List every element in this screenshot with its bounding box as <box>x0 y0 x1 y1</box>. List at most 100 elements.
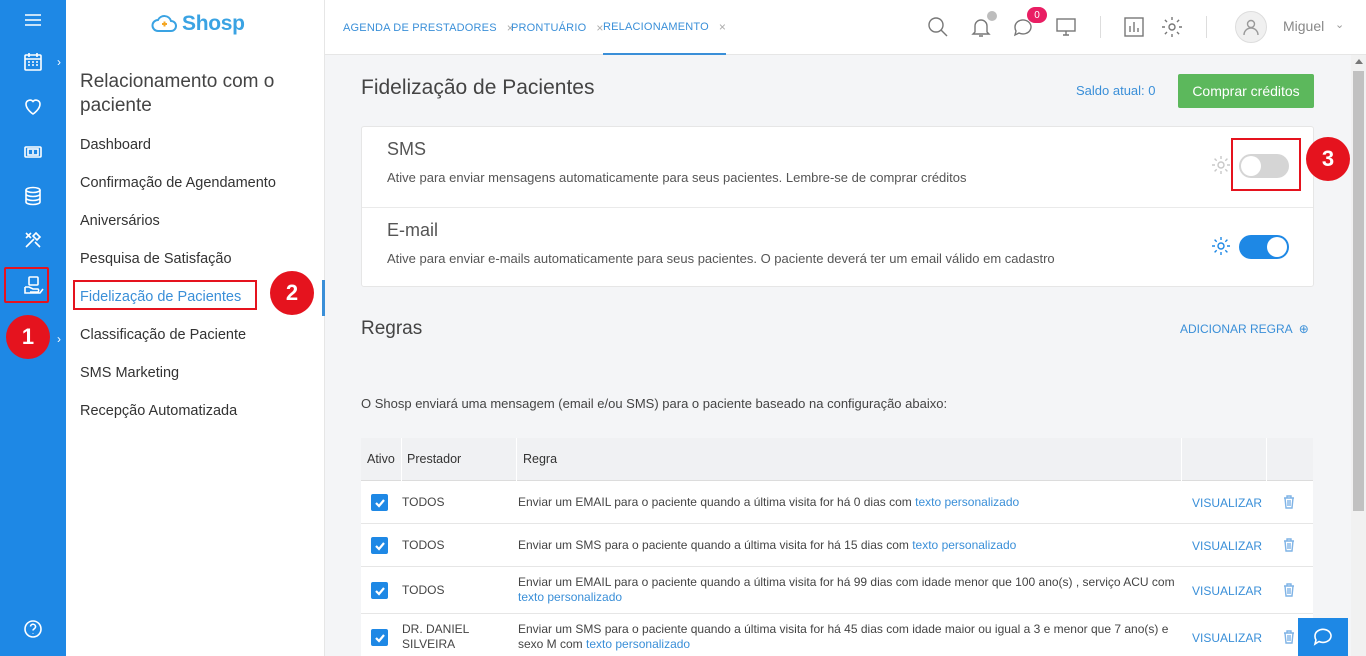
marker-2: 2 <box>270 271 314 315</box>
check-icon <box>374 633 385 643</box>
active-checkbox[interactable] <box>371 629 388 646</box>
table-row: TODOS Enviar um EMAIL para o paciente qu… <box>361 567 1313 614</box>
menu-icon[interactable] <box>0 0 66 40</box>
add-rule-label: ADICIONAR REGRA <box>1180 322 1293 336</box>
active-checkbox[interactable] <box>371 582 388 599</box>
module-sidebar: Shosp Relacionamento com o paciente Dash… <box>66 0 325 656</box>
regra-cell: Enviar um SMS para o paciente quando a ú… <box>518 622 1178 652</box>
chevron-down-icon[interactable]: ⌄ <box>1335 18 1344 31</box>
highlight-box-3 <box>1231 138 1301 191</box>
trash-icon[interactable] <box>1283 630 1295 644</box>
sms-settings-gear-icon[interactable] <box>1210 154 1232 176</box>
column-header-regra: Regra <box>523 452 558 466</box>
notification-dot <box>987 11 997 21</box>
sidebar-item-aniversarios[interactable]: Aniversários <box>80 213 160 229</box>
rules-description: O Shosp enviará uma mensagem (email e/ou… <box>361 396 948 411</box>
prestador-cell: TODOS <box>402 583 445 597</box>
scroll-thumb[interactable] <box>1353 71 1364 511</box>
custom-text-link[interactable]: texto personalizado <box>518 590 622 604</box>
search-icon[interactable] <box>926 15 950 39</box>
table-header: Ativo Prestador Regra <box>361 438 1313 481</box>
regra-cell: Enviar um EMAIL para o paciente quando a… <box>518 575 1178 605</box>
support-chat-button[interactable] <box>1298 618 1348 656</box>
tab-label: AGENDA DE PRESTADORES <box>343 21 497 34</box>
page-title: Fidelização de Pacientes <box>361 76 595 99</box>
custom-text-link[interactable]: texto personalizado <box>912 538 1016 552</box>
regra-text: Enviar um EMAIL para o paciente quando a… <box>518 575 1175 589</box>
monitor-icon[interactable] <box>1054 15 1078 39</box>
view-button[interactable]: VISUALIZAR <box>1192 631 1262 645</box>
divider <box>1100 16 1101 38</box>
logo[interactable]: Shosp <box>150 12 245 36</box>
logo-text: Shosp <box>182 12 245 35</box>
divider <box>401 438 402 481</box>
chevron-right-icon: › <box>57 55 61 69</box>
highlight-box-2 <box>73 280 257 310</box>
divider <box>1206 16 1207 38</box>
view-button[interactable]: VISUALIZAR <box>1192 496 1262 510</box>
sidebar-title: Relacionamento com o paciente <box>80 71 275 116</box>
divider <box>1181 438 1182 481</box>
buy-credits-button[interactable]: Comprar créditos <box>1178 74 1314 108</box>
rules-title: Regras <box>361 318 423 339</box>
plus-circle-icon: ⊕ <box>1298 322 1309 336</box>
custom-text-link[interactable]: texto personalizado <box>915 495 1019 509</box>
view-button[interactable]: VISUALIZAR <box>1192 584 1262 598</box>
close-icon[interactable]: × <box>719 20 726 34</box>
messages-badge: 0 <box>1027 7 1047 23</box>
trash-icon[interactable] <box>1283 538 1295 552</box>
prestador-cell: TODOS <box>402 538 445 552</box>
sidebar-item-sms-marketing[interactable]: SMS Marketing <box>80 365 179 381</box>
tab-relacionamento[interactable]: RELACIONAMENTO × <box>603 0 727 55</box>
table-row: TODOS Enviar um SMS para o paciente quan… <box>361 524 1313 567</box>
top-bar: AGENDA DE PRESTADORES × PRONTUÁRIO × REL… <box>325 0 1366 55</box>
sidebar-item-dashboard[interactable]: Dashboard <box>80 137 151 153</box>
add-rule-button[interactable]: ADICIONAR REGRA ⊕ <box>1180 322 1309 336</box>
tab-agenda[interactable]: AGENDA DE PRESTADORES × <box>343 0 514 55</box>
column-header-ativo: Ativo <box>367 452 395 466</box>
heart-icon[interactable] <box>0 86 66 126</box>
check-icon <box>374 498 385 508</box>
regra-text: Enviar um EMAIL para o paciente quando a… <box>518 495 912 509</box>
cash-icon[interactable] <box>0 132 66 172</box>
check-icon <box>374 541 385 551</box>
view-button[interactable]: VISUALIZAR <box>1192 539 1262 553</box>
email-option: E-mail Ative para enviar e-mails automat… <box>362 207 1313 287</box>
active-checkbox[interactable] <box>371 494 388 511</box>
sidebar-item-recepcao[interactable]: Recepção Automatizada <box>80 403 237 419</box>
avatar[interactable] <box>1235 11 1267 43</box>
active-indicator <box>322 280 325 316</box>
trash-icon[interactable] <box>1283 495 1295 509</box>
user-name[interactable]: Miguel <box>1283 18 1324 34</box>
help-icon[interactable] <box>0 609 66 649</box>
tab-prontuario[interactable]: PRONTUÁRIO × <box>511 0 604 55</box>
channels-card: SMS Ative para enviar mensagens automati… <box>361 126 1314 287</box>
sidebar-item-classificacao[interactable]: Classificação de Paciente <box>80 327 246 343</box>
sidebar-item-pesquisa[interactable]: Pesquisa de Satisfação <box>80 251 232 267</box>
option-title: SMS <box>387 139 427 159</box>
email-toggle[interactable] <box>1239 235 1289 259</box>
chevron-right-icon: › <box>57 332 61 346</box>
database-icon[interactable] <box>0 176 66 216</box>
settings-gear-icon[interactable] <box>1160 15 1184 39</box>
cloud-logo-icon <box>151 15 177 32</box>
scroll-up-arrow-icon[interactable] <box>1355 59 1363 64</box>
tab-label: RELACIONAMENTO <box>603 20 709 33</box>
table-row: TODOS Enviar um EMAIL para o paciente qu… <box>361 481 1313 524</box>
email-settings-gear-icon[interactable] <box>1210 235 1232 257</box>
bell-icon[interactable] <box>969 11 997 39</box>
chat-bubble-icon <box>1313 628 1332 646</box>
calendar-icon[interactable]: › <box>0 42 66 82</box>
scrollbar[interactable] <box>1351 55 1366 656</box>
active-checkbox[interactable] <box>371 537 388 554</box>
divider <box>1266 438 1267 481</box>
reports-icon[interactable] <box>1122 15 1146 39</box>
check-icon <box>374 586 385 596</box>
trash-icon[interactable] <box>1283 583 1295 597</box>
sidebar-item-confirmacao[interactable]: Confirmação de Agendamento <box>80 175 276 191</box>
chat-icon[interactable]: 0 <box>1011 7 1047 39</box>
custom-text-link[interactable]: texto personalizado <box>586 637 690 651</box>
balance-text: Saldo atual: 0 <box>1076 83 1156 98</box>
option-description: Ative para enviar e-mails automaticament… <box>387 251 1055 266</box>
tools-icon[interactable] <box>0 220 66 260</box>
